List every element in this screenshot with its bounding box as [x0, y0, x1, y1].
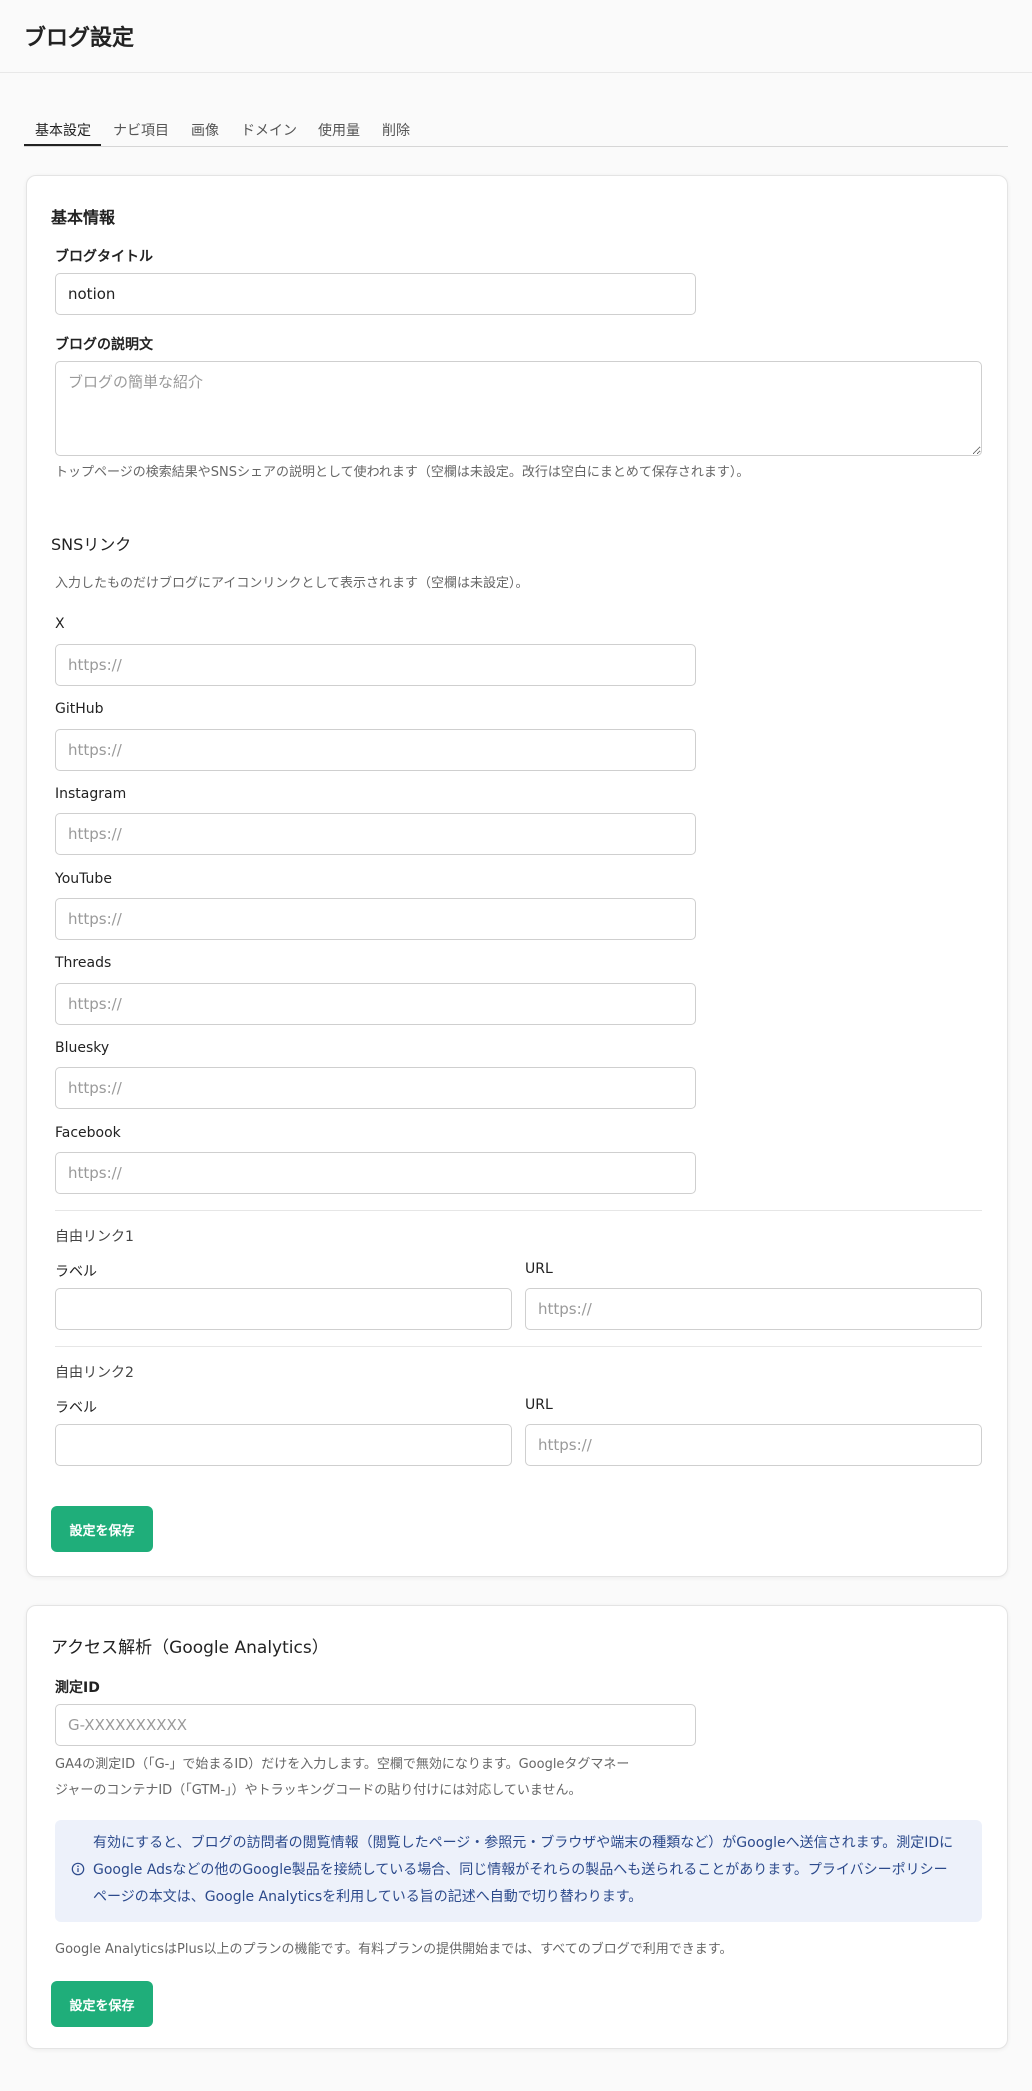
tab-nav-items[interactable]: ナビ項目	[113, 120, 169, 140]
tab-domain[interactable]: ドメイン	[241, 120, 297, 140]
custom-link-2-label-label: ラベル	[55, 1400, 97, 1416]
settings-tabs: 基本設定 ナビ項目 画像 ドメイン 使用量 削除	[24, 116, 1008, 147]
custom-link-2-url-label: URL	[525, 1397, 553, 1413]
save-settings-button[interactable]: 設定を保存	[51, 1506, 153, 1552]
sns-youtube-input[interactable]	[55, 898, 696, 940]
basic-settings-card: 基本情報 ブログタイトル ブログの説明文 トップページの検索結果やSNSシェアの…	[26, 175, 1008, 1577]
blog-description-label: ブログの説明文	[55, 337, 153, 353]
sns-threads-label: Threads	[55, 955, 112, 971]
blog-description-textarea[interactable]	[55, 361, 982, 456]
custom-link-1-label-label: ラベル	[55, 1264, 97, 1280]
info-icon	[71, 1862, 85, 1876]
sns-x-label: X	[55, 616, 65, 632]
sns-links-help: 入力したものだけブログにアイコンリンクとして表示されます（空欄は未設定）。	[55, 576, 529, 591]
measurement-id-help-line-2: ジャーのコンテナID（「GTM-」）やトラッキングコードの貼り付けには対応してい…	[55, 1783, 582, 1798]
sns-github-label: GitHub	[55, 701, 104, 717]
custom-link-1-url-label: URL	[525, 1261, 553, 1277]
privacy-notice-line-2: Google Adsなどの他のGoogle製品を接続している場合、同じ情報がそれ…	[93, 1862, 948, 1878]
sns-instagram-label: Instagram	[55, 786, 127, 802]
sns-youtube-label: YouTube	[55, 871, 112, 887]
privacy-notice-line-1: 有効にすると、ブログの訪問者の閲覧情報（閲覧したページ・参照元・ブラウザや端末の…	[93, 1835, 954, 1851]
divider	[55, 1346, 982, 1347]
page-header: ブログ設定	[0, 0, 1032, 73]
basic-info-heading: 基本情報	[51, 208, 116, 227]
sns-x-input[interactable]	[55, 644, 696, 686]
sns-instagram-input[interactable]	[55, 813, 696, 855]
tab-delete[interactable]: 削除	[382, 120, 410, 140]
active-tab-indicator	[24, 144, 101, 146]
custom-link-2-label-input[interactable]	[55, 1424, 512, 1466]
tab-basic-settings[interactable]: 基本設定	[35, 120, 91, 140]
divider	[55, 1210, 982, 1211]
custom-link-1-url-input[interactable]	[525, 1288, 982, 1330]
sns-facebook-label: Facebook	[55, 1125, 121, 1141]
sns-facebook-input[interactable]	[55, 1152, 696, 1194]
sns-links-heading: SNSリンク	[51, 535, 132, 554]
custom-link-1-label-input[interactable]	[55, 1288, 512, 1330]
measurement-id-help-line-1: GA4の測定ID（「G-」で始まるID）だけを入力します。空欄で無効になります。…	[55, 1757, 630, 1772]
measurement-id-input[interactable]	[55, 1704, 696, 1746]
plan-note: Google AnalyticsはPlus以上のプランの機能です。有料プランの提…	[55, 1942, 733, 1957]
sns-threads-input[interactable]	[55, 983, 696, 1025]
analytics-heading: アクセス解析（Google Analytics）	[51, 1638, 329, 1658]
custom-link-1-title: 自由リンク1	[55, 1229, 134, 1245]
measurement-id-label: 測定ID	[55, 1680, 100, 1696]
privacy-notice-line-3: ページの本文は、Google Analyticsを利用している旨の記述へ自動で切…	[93, 1889, 643, 1905]
privacy-notice: 有効にすると、ブログの訪問者の閲覧情報（閲覧したページ・参照元・ブラウザや端末の…	[55, 1820, 982, 1922]
save-analytics-button[interactable]: 設定を保存	[51, 1981, 153, 2027]
sns-bluesky-input[interactable]	[55, 1067, 696, 1109]
blog-title-input[interactable]	[55, 273, 696, 315]
blog-title-label: ブログタイトル	[55, 249, 153, 265]
tab-images[interactable]: 画像	[191, 120, 219, 140]
page-title: ブログ設定	[24, 26, 135, 51]
blog-description-help: トップページの検索結果やSNSシェアの説明として使われます（空欄は未設定。改行は…	[55, 465, 750, 480]
sns-bluesky-label: Bluesky	[55, 1040, 110, 1056]
custom-link-2-title: 自由リンク2	[55, 1365, 134, 1381]
tab-usage[interactable]: 使用量	[318, 120, 360, 140]
analytics-card: アクセス解析（Google Analytics） 測定ID GA4の測定ID（「…	[26, 1605, 1008, 2049]
sns-github-input[interactable]	[55, 729, 696, 771]
custom-link-2-url-input[interactable]	[525, 1424, 982, 1466]
